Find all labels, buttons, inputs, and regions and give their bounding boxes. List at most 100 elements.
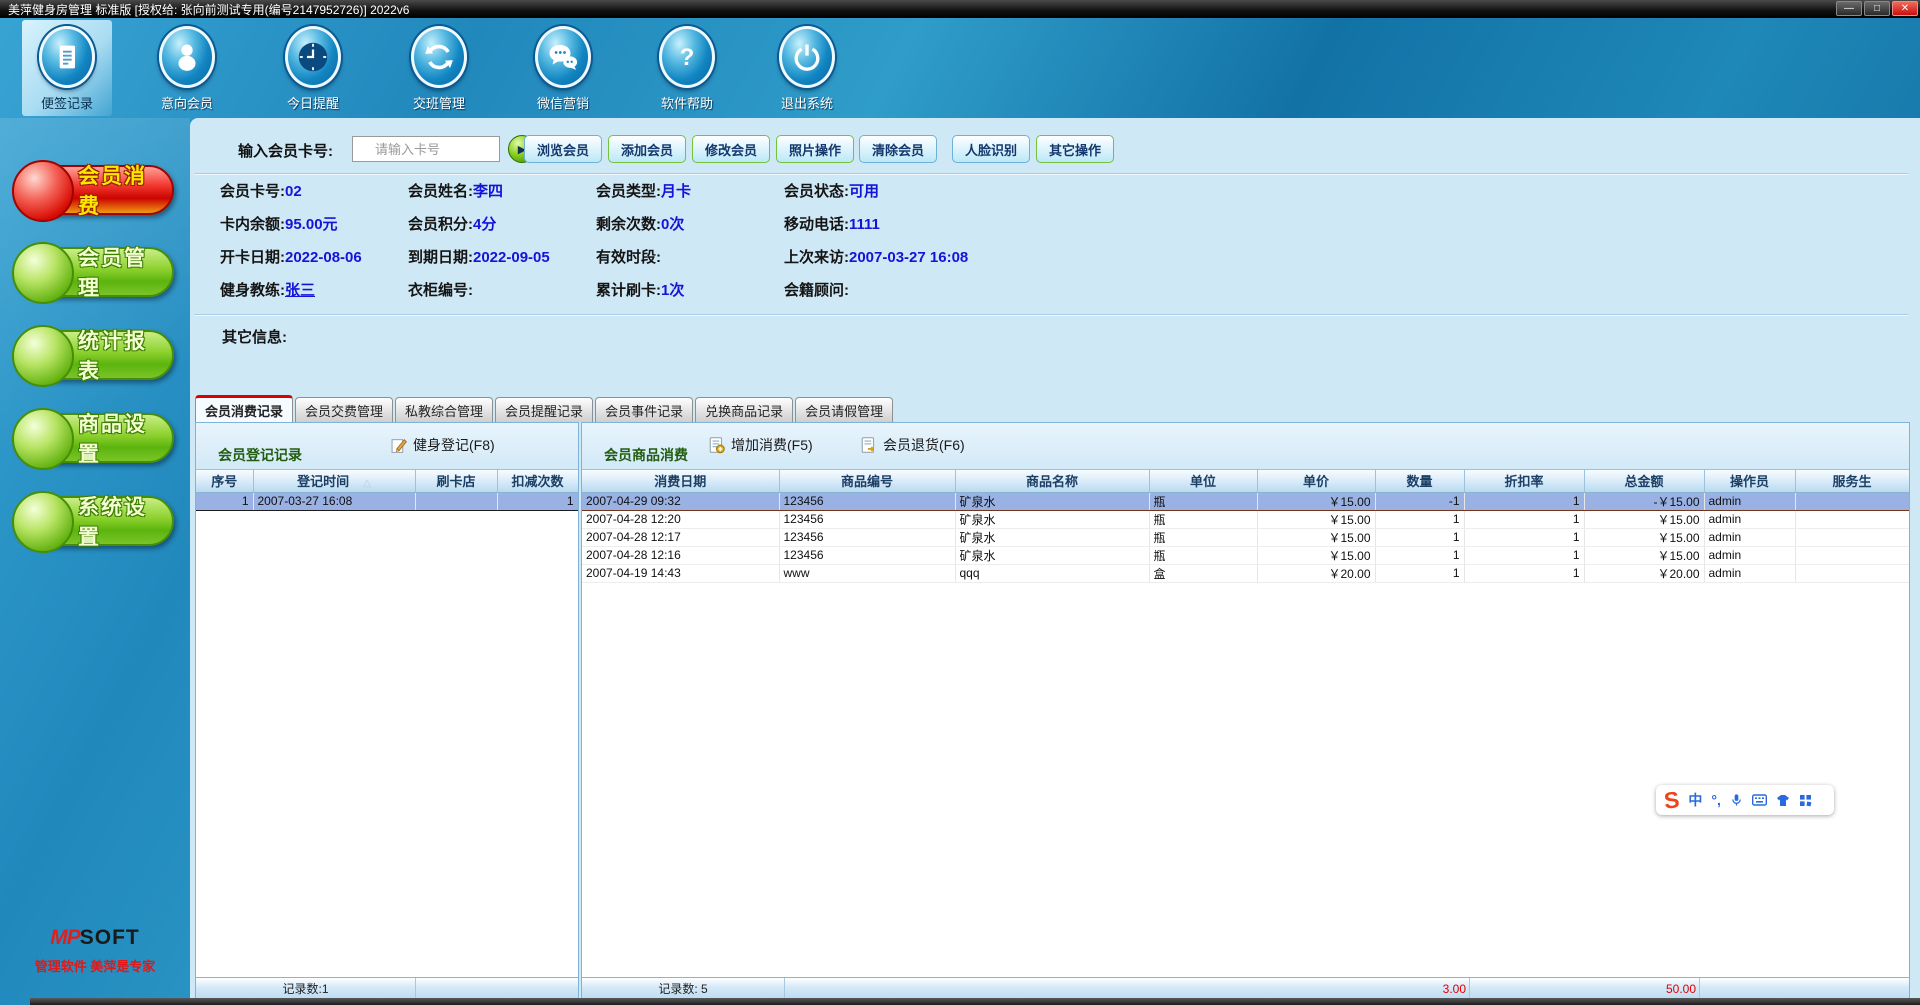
table-row[interactable]: 2007-04-28 12:16 123456 矿泉水瓶 ￥15.00 1 1 ￥15.00… xyxy=(582,546,1909,565)
soft-keyboard-icon[interactable] xyxy=(1751,794,1767,806)
toolbar-item-shift-management[interactable]: 交班管理 xyxy=(394,20,484,116)
table-cell: 2007-04-19 14:43 xyxy=(582,564,780,583)
ime-punctuation-icon[interactable]: °, xyxy=(1711,792,1721,808)
gym-checkin-button[interactable]: 健身登记(F8) xyxy=(391,435,495,455)
info-label: 卡内余额: xyxy=(220,216,285,233)
column-header[interactable]: 商品编号 xyxy=(779,470,956,493)
table-cell: www xyxy=(779,564,956,583)
table-cell xyxy=(1795,491,1909,511)
column-header[interactable]: 序号 xyxy=(196,470,254,493)
table-cell: -￥15.00 xyxy=(1584,491,1705,511)
toolbar-item-help[interactable]: ? 软件帮助 xyxy=(642,20,732,116)
power-icon xyxy=(779,26,835,88)
tab-reminder-records[interactable]: 会员提醒记录 xyxy=(495,397,594,422)
tab-payment-management[interactable]: 会员交费管理 xyxy=(295,397,394,422)
column-header[interactable]: 服务生 xyxy=(1795,470,1909,493)
column-header[interactable]: 数量 xyxy=(1375,470,1465,493)
table-row[interactable]: 1 2007-03-27 16:08 1 xyxy=(196,491,578,511)
card-number-input[interactable] xyxy=(352,136,500,162)
table-cell: admin xyxy=(1704,564,1796,583)
toolbar-item-wechat-marketing[interactable]: 微信营销 xyxy=(518,20,608,116)
column-header[interactable]: 单位 xyxy=(1149,470,1258,493)
goods-consume-tab[interactable]: 会员商品消费 xyxy=(590,439,712,470)
member-info-field: 会员状态:可用 xyxy=(784,180,1280,213)
tab-consume-records[interactable]: 会员消费记录 xyxy=(195,395,294,422)
column-header[interactable]: 总金额 xyxy=(1584,470,1705,493)
member-info-field: 会籍顾问: xyxy=(784,279,1280,312)
sidebar-item-system-settings[interactable]: 系统设置 xyxy=(12,491,174,553)
tab-leave-management[interactable]: 会员请假管理 xyxy=(795,397,894,422)
column-header[interactable]: 登记时间 △ xyxy=(253,470,416,493)
quantity-total: 3.00 xyxy=(785,978,1470,999)
tab-exchange-records[interactable]: 兑换商品记录 xyxy=(695,397,794,422)
column-header[interactable]: 消费日期 xyxy=(582,470,780,493)
close-button[interactable]: ✕ xyxy=(1892,1,1918,16)
browse-member-button[interactable]: 浏览会员 xyxy=(524,135,602,163)
add-consume-button[interactable]: 增加消费(F5) xyxy=(708,435,813,455)
info-value: 95.00元 xyxy=(285,216,338,233)
sidebar-item-member-consume[interactable]: 会员消费 xyxy=(12,160,174,222)
clear-member-button[interactable]: 清除会员 xyxy=(859,135,937,163)
taskbar-strip xyxy=(30,998,1920,1005)
column-header[interactable]: 扣减次数 xyxy=(497,470,578,493)
checkin-records-tab[interactable]: 会员登记记录 xyxy=(204,439,326,470)
tab-event-records[interactable]: 会员事件记录 xyxy=(595,397,694,422)
info-label: 有效时段: xyxy=(596,249,661,266)
table-cell: 矿泉水 xyxy=(955,491,1150,511)
tab-private-coach[interactable]: 私教综合管理 xyxy=(395,397,494,422)
consume-panel-header: 会员商品消费 增加消费(F5) 会员退货(F6) xyxy=(582,423,1909,470)
card-number-label: 输入会员卡号: xyxy=(238,143,333,160)
toolbar-item-label: 今日提醒 xyxy=(286,96,339,111)
photo-operations-button[interactable]: 照片操作 xyxy=(776,135,854,163)
table-cell: ￥15.00 xyxy=(1257,546,1376,565)
column-header[interactable]: 操作员 xyxy=(1704,470,1796,493)
minimize-button[interactable]: — xyxy=(1836,1,1862,16)
face-recognition-button[interactable]: 人脸识别 xyxy=(952,135,1030,163)
column-header[interactable]: 刷卡店 xyxy=(415,470,498,493)
sidebar-item-label: 统计报表 xyxy=(78,330,147,383)
sidebar-item-statistics-report[interactable]: 统计报表 xyxy=(12,325,174,387)
info-label: 上次来访: xyxy=(784,249,849,266)
column-header[interactable]: 商品名称 xyxy=(955,470,1150,493)
add-member-button[interactable]: 添加会员 xyxy=(608,135,686,163)
sidebar-item-goods-settings[interactable]: 商品设置 xyxy=(12,408,174,470)
maximize-button[interactable]: □ xyxy=(1864,1,1890,16)
table-cell: -1 xyxy=(1375,491,1465,511)
sogou-logo-icon[interactable]: S xyxy=(1663,786,1681,813)
toolbar-item-prospective-members[interactable]: 意向会员 xyxy=(142,20,232,116)
amount-total: 50.00 xyxy=(1470,978,1700,999)
table-row[interactable]: 2007-04-28 12:17 123456 矿泉水瓶 ￥15.00 1 1 ￥15.00… xyxy=(582,528,1909,547)
sidebar-nav: 会员消费 会员管理 统计报表 商品设置 系统设置 MPSOFT 管理软件 美萍是… xyxy=(0,118,190,1005)
toolbar-item-notes[interactable]: 便签记录 xyxy=(22,20,112,116)
column-header[interactable]: 单价 xyxy=(1257,470,1376,493)
pill-sphere xyxy=(12,325,74,387)
other-operations-button[interactable]: 其它操作 xyxy=(1036,135,1114,163)
info-value: 2022-08-06 xyxy=(285,249,362,266)
toolbox-icon[interactable] xyxy=(1799,794,1812,807)
member-info-field: 有效时段: xyxy=(596,246,784,279)
info-label: 累计刷卡: xyxy=(596,282,661,299)
toolbar-item-today-reminders[interactable]: 今日提醒 xyxy=(268,20,358,116)
table-cell: 2007-04-28 12:16 xyxy=(582,546,780,565)
info-value[interactable]: 张三 xyxy=(285,282,315,299)
table-cell: 1 xyxy=(196,491,254,511)
ime-chinese-mode-icon[interactable]: 中 xyxy=(1688,790,1702,810)
table-cell: 1 xyxy=(1464,564,1585,583)
logo-soft: SOFT xyxy=(79,926,140,949)
member-return-button[interactable]: 会员退货(F6) xyxy=(860,435,965,455)
table-row[interactable]: 2007-04-29 09:32 123456 矿泉水瓶 ￥15.00 -1 1 -￥15.… xyxy=(582,491,1909,511)
main-toolbar: 便签记录 意向会员 今日提醒 交班管理 微信营销 ? 软件帮助 退出系统 xyxy=(0,18,1920,118)
table-row[interactable]: 2007-04-19 14:43 www qqq 盒 ￥20.00 1 1 ￥20.00 adm… xyxy=(582,564,1909,583)
table-cell: ￥20.00 xyxy=(1584,564,1705,583)
column-header[interactable]: 折扣率 xyxy=(1464,470,1585,493)
table-cell: 1 xyxy=(1375,528,1465,547)
microphone-icon[interactable] xyxy=(1730,793,1743,807)
table-row[interactable]: 2007-04-28 12:20 123456 矿泉水瓶 ￥15.00 1 1 ￥15.00… xyxy=(582,510,1909,529)
gym-checkin-label: 健身登记(F8) xyxy=(413,437,495,453)
info-label: 开卡日期: xyxy=(220,249,285,266)
toolbar-item-exit[interactable]: 退出系统 xyxy=(762,20,852,116)
skin-icon[interactable] xyxy=(1776,794,1790,807)
sidebar-item-member-management[interactable]: 会员管理 xyxy=(12,242,174,304)
edit-member-button[interactable]: 修改会员 xyxy=(692,135,770,163)
checkin-panel-header: 会员登记记录 健身登记(F8) xyxy=(196,423,578,470)
